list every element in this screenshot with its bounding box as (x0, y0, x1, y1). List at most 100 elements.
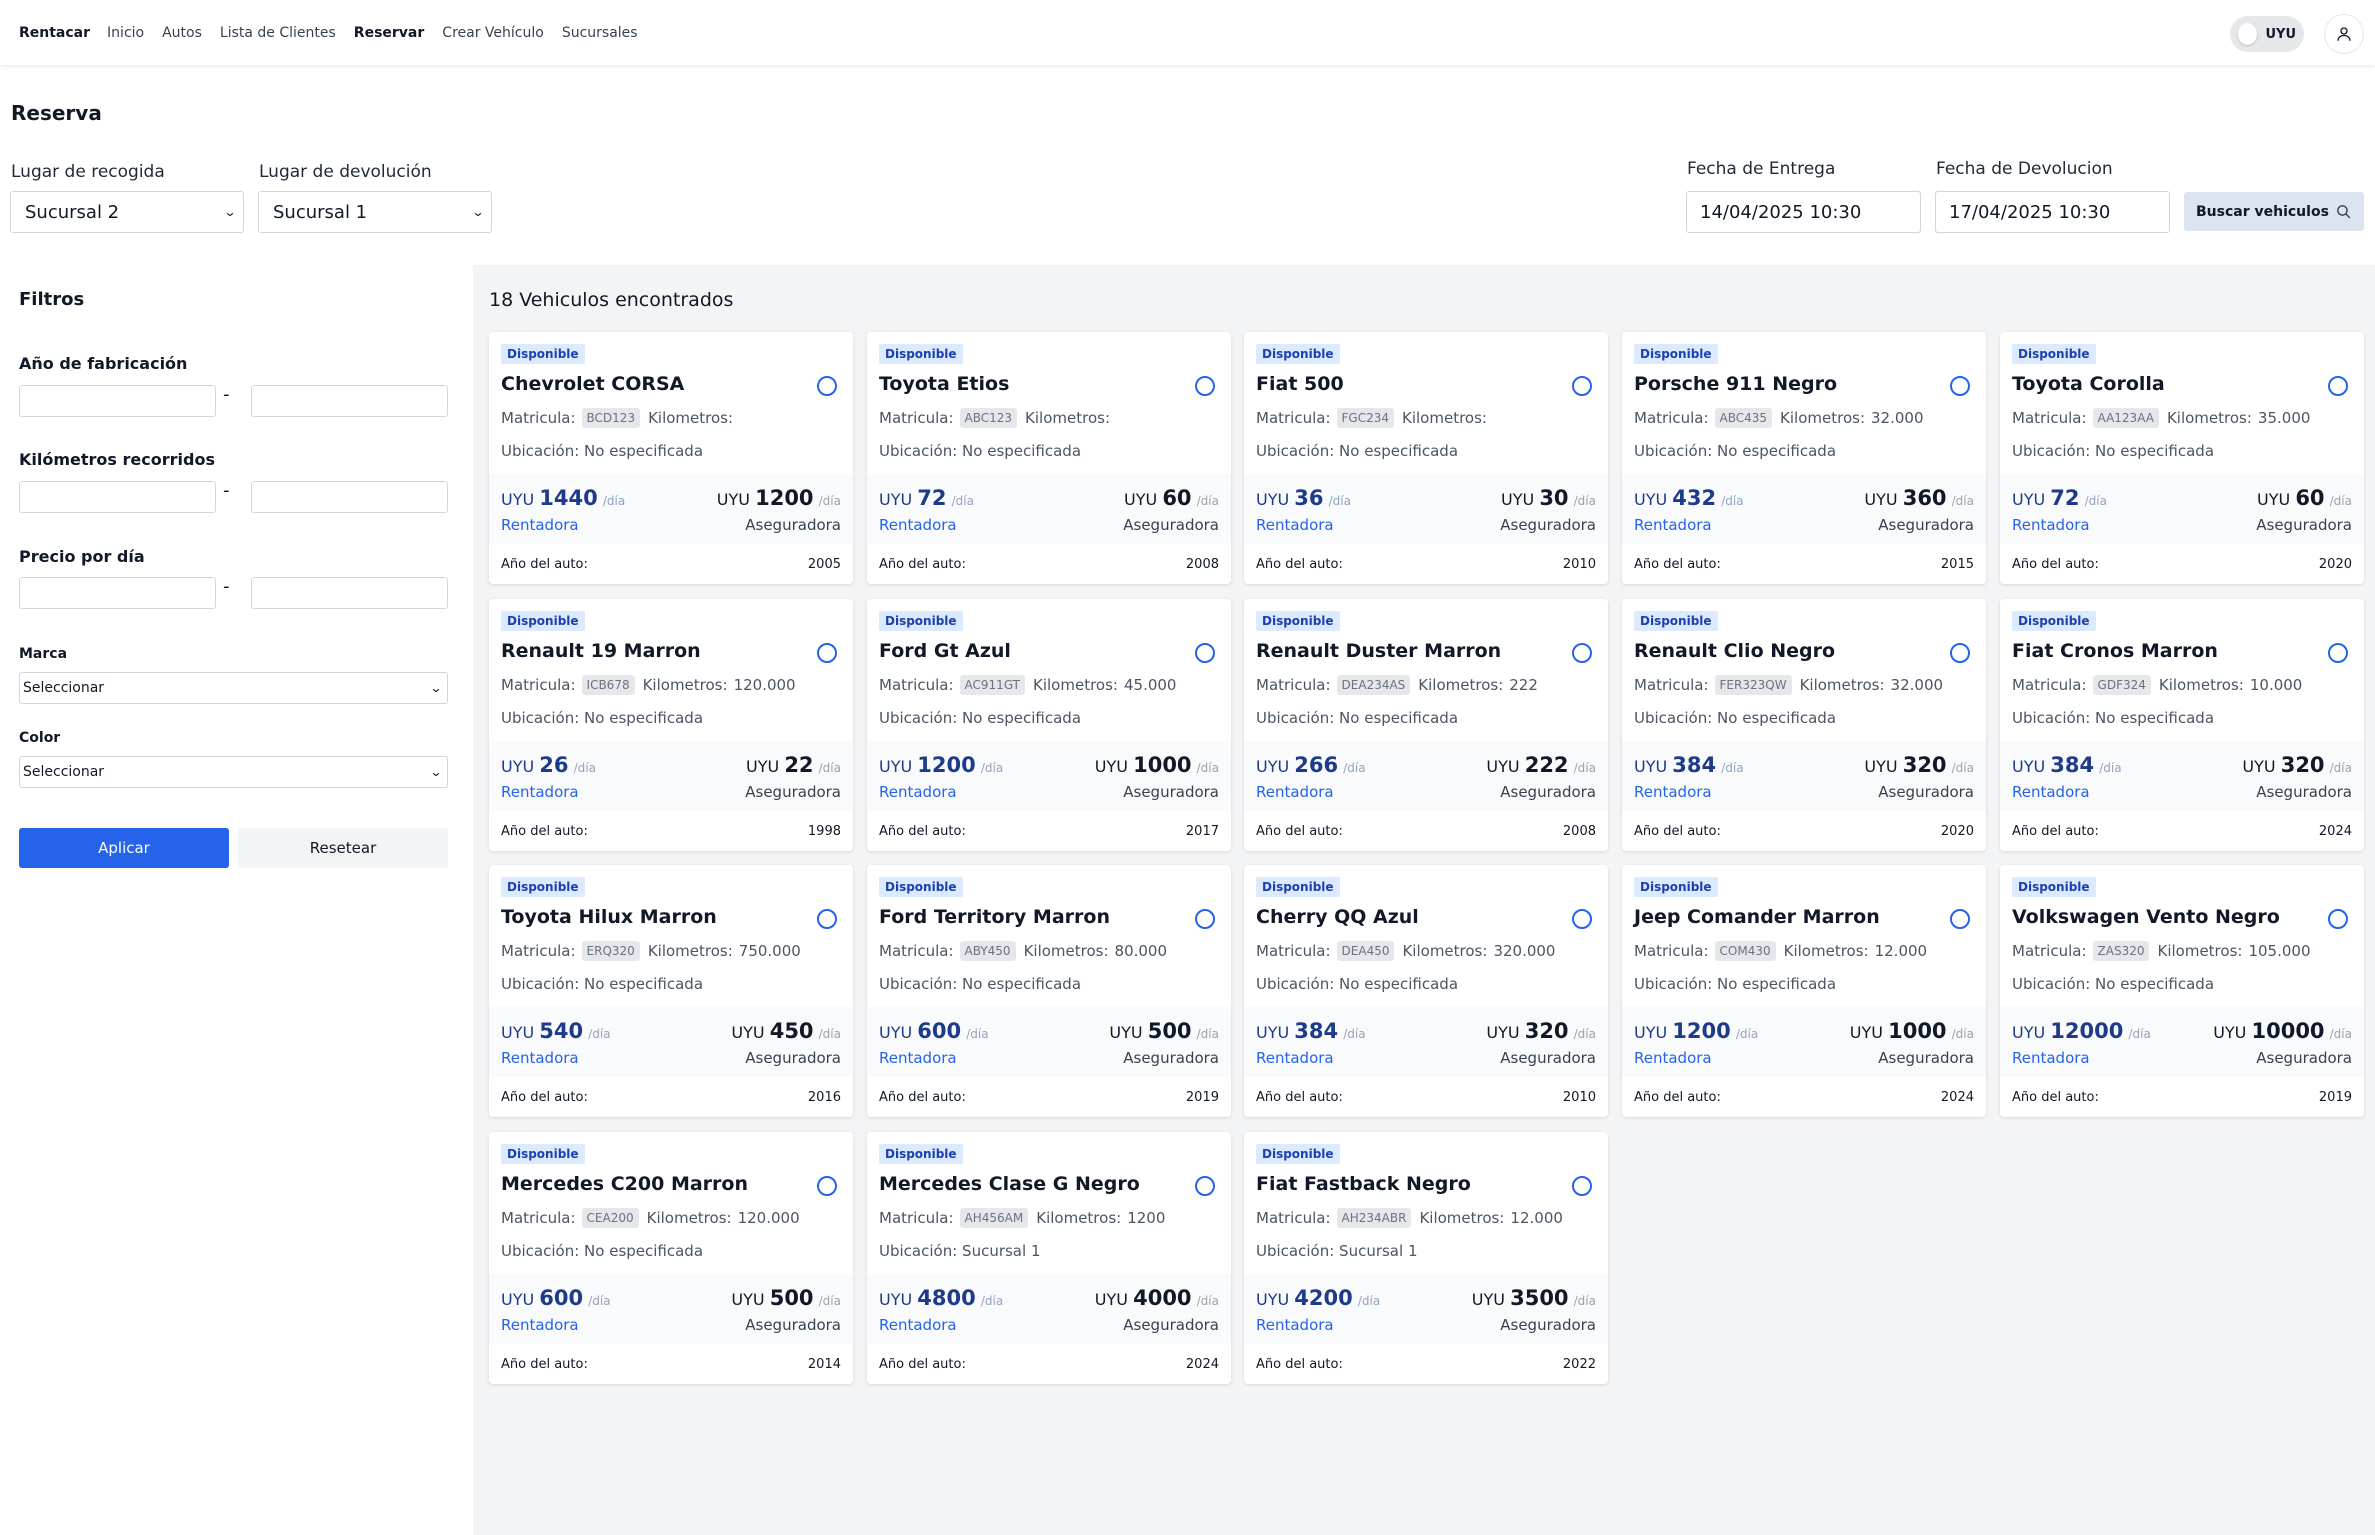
select-vehicle-radio[interactable] (817, 376, 837, 396)
select-vehicle-radio[interactable] (817, 643, 837, 663)
insurance-per-day: /día (818, 1294, 841, 1308)
reset-filters-button[interactable]: Resetear (238, 828, 448, 868)
brand-link[interactable]: Rentacar (19, 25, 90, 41)
km-filter-label: Kilómetros recorridos (19, 450, 215, 469)
km-label: Kilometros: (2158, 676, 2244, 694)
search-vehicles-button[interactable]: Buscar vehiculos (2184, 192, 2364, 231)
insurance-currency: UYU (1486, 1023, 1520, 1042)
vehicle-card[interactable]: Disponible Ford Territory Marron Matricula… (867, 865, 1231, 1117)
km-label: Kilometros: (1025, 409, 1111, 427)
delivery-date-input[interactable]: 14/04/2025 10:30 (1686, 191, 1921, 233)
select-vehicle-radio[interactable] (1572, 1176, 1592, 1196)
select-vehicle-radio[interactable] (1195, 1176, 1215, 1196)
plate-value: ZAS320 (2092, 941, 2150, 961)
km-max-input[interactable] (251, 481, 448, 513)
year-value: 1998 (807, 824, 841, 839)
plate-label: Matricula: (1634, 942, 1709, 960)
plate-value: GDF324 (2092, 675, 2151, 695)
km-value: 12.000 (1874, 942, 1928, 960)
select-vehicle-radio[interactable] (1195, 643, 1215, 663)
vehicle-card[interactable]: Disponible Toyota Etios Matricula: ABC123 Ki… (867, 332, 1231, 584)
availability-badge: Disponible (879, 1144, 963, 1164)
chevron-down-icon: ⌄ (429, 681, 443, 695)
km-value: 80.000 (1114, 942, 1168, 960)
vehicle-card[interactable]: Disponible Jeep Comander Marron Matricula:… (1622, 865, 1986, 1117)
rent-price-value: 600 (917, 1019, 962, 1043)
brand-select-value: Seleccionar (23, 680, 105, 696)
rent-per-day: /día (2099, 761, 2122, 775)
location-label: Ubicación: (501, 442, 580, 460)
select-vehicle-radio[interactable] (1950, 909, 1970, 929)
vehicle-card[interactable]: Disponible Renault 19 Marron Matricula: ICB… (489, 599, 853, 851)
price-min-input[interactable] (19, 577, 216, 609)
location-line: Ubicación: No especificada (879, 709, 1081, 727)
nav-link-sucursales[interactable]: Sucursales (562, 25, 638, 41)
select-vehicle-radio[interactable] (1195, 376, 1215, 396)
nav-link-inicio[interactable]: Inicio (107, 25, 144, 41)
vehicle-card[interactable]: Disponible Mercedes Clase G Negro Matricul… (867, 1132, 1231, 1384)
nav-link-crear-vehiculo[interactable]: Crear Vehículo (442, 25, 544, 41)
vehicle-card[interactable]: Disponible Volkswagen Vento Negro Matricul… (2000, 865, 2364, 1117)
year-min-input[interactable] (19, 385, 216, 417)
vehicle-card[interactable]: Disponible Renault Clio Negro Matricula: FE… (1622, 599, 1986, 851)
vehicle-details: Matricula: ZAS320 Kilometros: 105.000 (2012, 941, 2310, 961)
vehicle-card[interactable]: Disponible Fiat Fastback Negro Matricula: A… (1244, 1132, 1608, 1384)
insurance-label: Aseguradora (745, 783, 841, 801)
vehicle-card[interactable]: Disponible Toyota Hilux Marron Matricula: E… (489, 865, 853, 1117)
insurance-label: Aseguradora (745, 1316, 841, 1334)
insurance-price: UYU 1000 /día (1095, 753, 1219, 777)
location-value: No especificada (962, 442, 1082, 460)
vehicle-card[interactable]: Disponible Fiat 500 Matricula: FGC234 Kilome… (1244, 332, 1608, 584)
select-vehicle-radio[interactable] (1950, 643, 1970, 663)
vehicle-card[interactable]: Disponible Fiat Cronos Marron Matricula: GD… (2000, 599, 2364, 851)
nav-link-reservar[interactable]: Reservar (354, 25, 425, 41)
brand-select[interactable]: Seleccionar ⌄ (19, 672, 448, 704)
plate-value: ERQ320 (581, 941, 640, 961)
vehicle-card[interactable]: Disponible Renault Duster Marron Matricula… (1244, 599, 1608, 851)
color-select[interactable]: Seleccionar ⌄ (19, 756, 448, 788)
location-label: Ubicación: (1634, 442, 1713, 460)
insurance-price-value: 1000 (1888, 1019, 1947, 1043)
vehicle-card[interactable]: Disponible Chevrolet CORSA Matricula: BCD12… (489, 332, 853, 584)
vehicle-card[interactable]: Disponible Toyota Corolla Matricula: AA123A… (2000, 332, 2364, 584)
location-value: No especificada (1339, 709, 1459, 727)
location-line: Ubicación: No especificada (879, 442, 1081, 460)
nav-link-autos[interactable]: Autos (162, 25, 202, 41)
vehicle-details: Matricula: GDF324 Kilometros: 10.000 (2012, 675, 2302, 695)
select-vehicle-radio[interactable] (1572, 643, 1592, 663)
price-max-input[interactable] (251, 577, 448, 609)
select-vehicle-radio[interactable] (2328, 376, 2348, 396)
select-vehicle-radio[interactable] (817, 1176, 837, 1196)
nav-link-clientes[interactable]: Lista de Clientes (220, 25, 336, 41)
location-value: No especificada (584, 442, 704, 460)
select-vehicle-radio[interactable] (1195, 909, 1215, 929)
price-section: UYU 12000 /día UYU 10000 /día Rentadora Ase… (2000, 1007, 2364, 1077)
results-panel: 18 Vehiculos encontrados Disponible Chevr… (473, 265, 2375, 1535)
user-menu-button[interactable] (2324, 14, 2364, 54)
km-min-input[interactable] (19, 481, 216, 513)
return-date-input[interactable]: 17/04/2025 10:30 (1935, 191, 2170, 233)
pickup-select[interactable]: Sucursal 2 ⌄ (10, 191, 244, 233)
select-vehicle-radio[interactable] (1572, 909, 1592, 929)
apply-filters-button[interactable]: Aplicar (19, 828, 229, 868)
select-vehicle-radio[interactable] (2328, 909, 2348, 929)
currency-toggle[interactable]: UYU (2230, 16, 2304, 52)
year-value: 2016 (807, 1090, 841, 1105)
select-vehicle-radio[interactable] (1950, 376, 1970, 396)
vehicle-card[interactable]: Disponible Porsche 911 Negro Matricula: ABC… (1622, 332, 1986, 584)
select-vehicle-radio[interactable] (2328, 643, 2348, 663)
vehicle-card[interactable]: Disponible Cherry QQ Azul Matricula: DEA450… (1244, 865, 1608, 1117)
select-vehicle-radio[interactable] (1572, 376, 1592, 396)
vehicle-card[interactable]: Disponible Mercedes C200 Marron Matricula:… (489, 1132, 853, 1384)
price-section: UYU 384 /día UYU 320 /día Rentadora Asegura… (2000, 741, 2364, 811)
insurance-price: UYU 3500 /día (1472, 1286, 1596, 1310)
range-separator: - (223, 576, 230, 597)
price-section: UYU 36 /día UYU 30 /día Rentadora Asegurado… (1244, 474, 1608, 544)
rent-per-day: /día (966, 1027, 989, 1041)
vehicle-card[interactable]: Disponible Ford Gt Azul Matricula: AC911GT K… (867, 599, 1231, 851)
year-max-input[interactable] (251, 385, 448, 417)
rent-label: Rentadora (1256, 516, 1334, 534)
insurance-per-day: /día (2329, 1027, 2352, 1041)
return-select[interactable]: Sucursal 1 ⌄ (258, 191, 492, 233)
select-vehicle-radio[interactable] (817, 909, 837, 929)
